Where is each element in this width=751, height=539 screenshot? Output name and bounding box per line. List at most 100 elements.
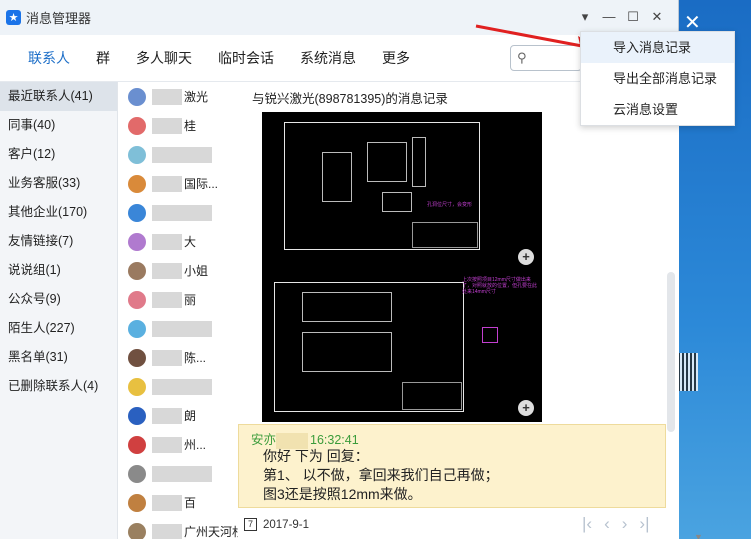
avatar	[128, 232, 146, 251]
cad-part-e	[302, 292, 392, 322]
prev-page-icon[interactable]: ‹	[604, 514, 610, 534]
contact-item[interactable]: 大	[118, 227, 238, 256]
cad-title-block-top	[412, 222, 478, 248]
avatar	[128, 290, 146, 309]
contact-name: 国际...	[152, 175, 218, 193]
scrollbar[interactable]	[667, 272, 675, 432]
tab-temp-session[interactable]: 临时会话	[218, 48, 274, 68]
cad-part-c	[412, 137, 426, 187]
category-item-customers[interactable]: 客户(12)	[0, 140, 117, 169]
redacted-block	[152, 204, 212, 221]
category-item-blacklist[interactable]: 黑名单(31)	[0, 343, 117, 372]
contact-item[interactable]: 广州天河杉...	[118, 517, 238, 539]
contact-name	[152, 378, 214, 395]
tab-system-messages[interactable]: 系统消息	[300, 48, 356, 68]
avatar	[128, 261, 146, 280]
contact-name: 州...	[152, 436, 206, 454]
contact-name	[152, 465, 214, 482]
cad-part-a	[322, 152, 352, 202]
next-page-icon[interactable]: ›	[622, 514, 628, 534]
category-item-recent[interactable]: 最近联系人(41)	[0, 82, 117, 111]
contact-name-text: 小姐	[184, 263, 209, 278]
zoom-in-icon-2[interactable]: +	[518, 400, 534, 416]
contact-item[interactable]: 朗	[118, 401, 238, 430]
category-item-deleted[interactable]: 已删除联系人(4)	[0, 372, 117, 401]
contact-item[interactable]: 州...	[118, 430, 238, 459]
redacted-block	[152, 146, 212, 163]
contact-item[interactable]	[118, 140, 238, 169]
contact-name: 激光	[152, 88, 208, 106]
avatar	[128, 203, 146, 222]
message-history-title: 与锐兴激光(898781395)的消息记录	[252, 92, 448, 106]
category-item-friend-links[interactable]: 友情链接(7)	[0, 227, 117, 256]
contact-item[interactable]: 百	[118, 488, 238, 517]
category-item-other-companies[interactable]: 其他企业(170)	[0, 198, 117, 227]
contact-name-text: 丽	[184, 292, 197, 307]
avatar	[128, 145, 146, 164]
category-item-service[interactable]: 业务客服(33)	[0, 169, 117, 198]
avatar	[128, 116, 146, 135]
contact-name: 百	[152, 494, 196, 512]
first-page-icon[interactable]: |‹	[582, 514, 592, 534]
avatar	[128, 348, 146, 367]
menu-item-cloud-settings[interactable]: 云消息设置	[581, 94, 734, 125]
desktop-qr-fragment	[678, 353, 698, 391]
avatar	[128, 493, 146, 512]
contact-item[interactable]: 国际...	[118, 169, 238, 198]
last-page-icon[interactable]: ›|	[639, 514, 649, 534]
pager: |‹ ‹ › ›|	[582, 514, 650, 534]
category-item-strangers[interactable]: 陌生人(227)	[0, 314, 117, 343]
avatar	[128, 319, 146, 338]
category-item-public-accounts[interactable]: 公众号(9)	[0, 285, 117, 314]
avatar	[128, 522, 146, 539]
contact-name-text: 大	[184, 234, 197, 249]
redacted-block	[152, 408, 182, 425]
cad-detail-box	[482, 327, 498, 343]
category-item-colleagues[interactable]: 同事(40)	[0, 111, 117, 140]
contact-item[interactable]: 激光	[118, 82, 238, 111]
redacted-block	[152, 350, 182, 367]
cad-note-bottom: 上次按照项目12mm尺寸做出来了，对照就放的位置，但孔要在此处来14mm尺寸	[462, 277, 538, 295]
redacted-block	[152, 292, 182, 309]
cad-drawing-image[interactable]: 孔洞位尺寸，会变形 上次按照项目12mm尺寸做出来了，对照就放的位置，但孔要在此…	[262, 112, 542, 422]
menu-item-import-records[interactable]: 导入消息记录	[581, 32, 734, 63]
contact-name: 广州天河杉...	[152, 523, 238, 539]
tab-contacts[interactable]: 联系人	[28, 48, 70, 68]
contact-item[interactable]: 丽	[118, 285, 238, 314]
cad-title-block-bottom	[402, 382, 462, 410]
calendar-icon[interactable]: 7	[244, 518, 257, 531]
contact-item[interactable]	[118, 459, 238, 488]
contact-item[interactable]: 小姐	[118, 256, 238, 285]
contact-item[interactable]	[118, 198, 238, 227]
scroll-down-icon[interactable]: ▼	[694, 532, 703, 539]
contact-name: 朗	[152, 407, 196, 425]
close-icon[interactable]: ✕	[650, 9, 664, 25]
tab-multi-chat[interactable]: 多人聊天	[136, 48, 192, 68]
contact-item[interactable]: 陈...	[118, 343, 238, 372]
tab-groups[interactable]: 群	[96, 48, 110, 68]
reply-line-2: 第1、 以不做，拿回来我们自己再做；	[263, 467, 499, 483]
tab-more[interactable]: 更多	[382, 48, 410, 68]
category-list: 最近联系人(41) 同事(40) 客户(12) 业务客服(33) 其他企业(17…	[0, 82, 118, 539]
contact-name-text: 国际...	[184, 176, 219, 191]
contact-name	[152, 320, 214, 337]
menu-item-export-all[interactable]: 导出全部消息记录	[581, 63, 734, 94]
contact-item[interactable]: 桂	[118, 111, 238, 140]
maximize-icon[interactable]: ☐	[626, 9, 640, 25]
zoom-in-icon[interactable]: +	[518, 249, 534, 265]
reply-line-3: 图3还是按照12mm来做。	[263, 486, 422, 502]
reply-body: 你好 下为 回复： 第1、 以不做，拿回来我们自己再做； 图3还是按照12mm来…	[263, 447, 499, 504]
redacted-block	[152, 437, 182, 454]
chat-star-icon: ★	[6, 10, 21, 25]
contact-name	[152, 204, 214, 221]
cad-part-b	[367, 142, 407, 182]
reply-message: 安亦 16:32:41 你好 下为 回复： 第1、 以不做，拿回来我们自己再做； …	[238, 424, 666, 508]
reply-time: 16:32:41	[310, 433, 359, 447]
avatar	[128, 464, 146, 483]
contact-item[interactable]	[118, 314, 238, 343]
category-item-shuoshuo[interactable]: 说说组(1)	[0, 256, 117, 285]
contact-item[interactable]	[118, 372, 238, 401]
redacted-block	[152, 263, 182, 280]
contact-list: 激光桂国际... 大小姐丽陈... 朗州... 百广州天河杉...	[118, 82, 238, 539]
contact-name-text: 朗	[184, 408, 197, 423]
